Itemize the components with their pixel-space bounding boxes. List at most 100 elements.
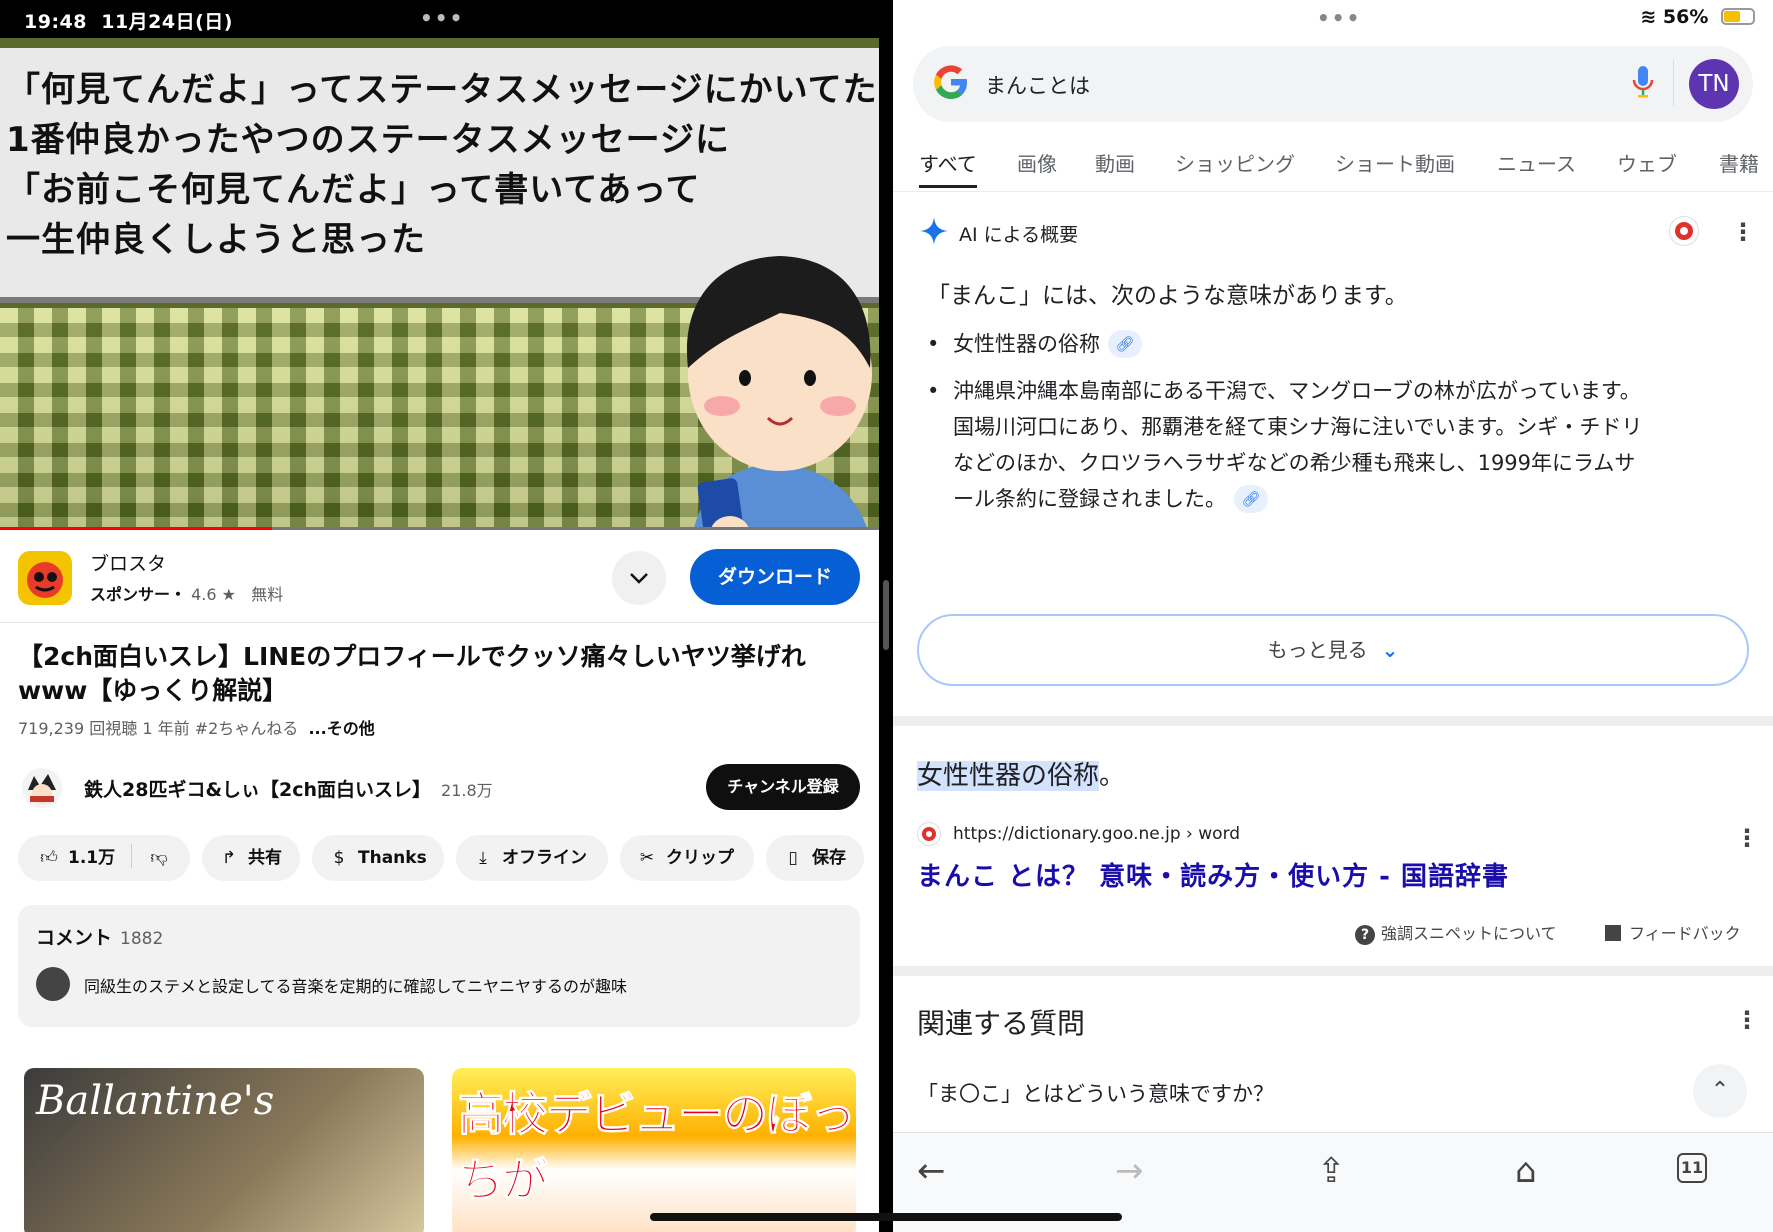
battery-icon (1721, 8, 1755, 25)
thumbnail-text: 高校デビューのぼっちが (458, 1087, 857, 1208)
search-bar[interactable]: まんことは TN (913, 46, 1753, 122)
caption-line: 1番仲良かったやつのステータスメッセージに (6, 120, 730, 160)
status-clock: 19:48 11月24日(日) (24, 11, 233, 33)
brawlstars-app-icon (18, 551, 72, 605)
search-tabs: すべて 画像 動画 ショッピング ショート動画 ニュース ウェブ 書籍 (893, 140, 1773, 192)
kebab-icon[interactable]: ⋮ (1735, 1008, 1759, 1032)
section-separator (893, 966, 1773, 976)
sparkle-icon (920, 217, 948, 245)
video-meta[interactable]: 719,239 回視聴 1 年前 #2ちゃんねる ...その他 (18, 715, 375, 739)
forward-icon[interactable]: → (1115, 1151, 1144, 1191)
thumbs-up-icon[interactable]: 👍︎ (38, 835, 60, 881)
link-icon[interactable]: 🔗︎ (1108, 330, 1142, 358)
ai-overview-heading: AI による概要 (959, 224, 1079, 246)
ipad-split-screen: 19:48 11月24日(日) ••• 「何見てんだよ」ってステータスメッセージ… (0, 0, 1773, 1232)
caption-line: 「お前こそ何見てんだよ」って書いてあって (6, 170, 701, 210)
top-comment: 同級生のステメと設定してる音楽を定期的に確認してニヤニヤするのが趣味 (84, 977, 628, 996)
wifi-icon: ≋ (1640, 6, 1657, 28)
offline-button[interactable]: ⤓ オフライン (456, 835, 608, 881)
channel-avatar[interactable] (22, 768, 62, 808)
channel-row[interactable]: 鉄人28匹ギコ&しぃ【2ch面白いスレ】 21.8万 チャンネル登録 (0, 762, 879, 812)
tab-all[interactable]: すべて (919, 148, 977, 188)
subscribe-button[interactable]: チャンネル登録 (706, 764, 860, 810)
search-query[interactable]: まんことは (985, 70, 1090, 100)
thanks-button[interactable]: $ Thanks (312, 835, 444, 881)
mic-icon[interactable] (1629, 62, 1657, 102)
tabs-icon[interactable]: 11 (1677, 1153, 1707, 1183)
show-more-button[interactable]: もっと見る ⌄ (917, 614, 1749, 686)
video-progress-bar[interactable] (0, 527, 879, 530)
share-icon: ↱ (221, 848, 237, 868)
comments-panel[interactable]: コメント 1882 同級生のステメと設定してる音楽を定期的に確認してニヤニヤするの… (18, 905, 860, 1027)
section-separator (893, 716, 1773, 726)
feedback-link[interactable]: フィードバック (1605, 920, 1741, 944)
save-button[interactable]: ▯ 保存 (766, 835, 864, 881)
kebab-icon[interactable]: ⋮ (1731, 220, 1755, 244)
caption-line: 一生仲良くしようと思った (6, 220, 426, 260)
video-title[interactable]: 【2ch面白いスレ】LINEのプロフィールでクッソ痛々しいヤツ挙げれwww【ゆっ… (18, 640, 868, 708)
chevron-down-icon (630, 573, 648, 584)
youtube-pane: 19:48 11月24日(日) ••• 「何見てんだよ」ってステータスメッセージ… (0, 0, 879, 1232)
multitask-handle[interactable]: ••• (1317, 6, 1361, 30)
snippet-footer: ? 強調スニペットについて フィードバック (893, 916, 1749, 946)
google-logo-icon (934, 65, 967, 99)
featured-snippet-text: 女性性器の俗称。 (917, 761, 1126, 791)
result-title-link[interactable]: まんこ とは？ 意味・読み方・使い方 - 国語辞書 (917, 856, 1509, 893)
search-divider (1673, 60, 1674, 106)
ai-overview-lead: 「まんこ」には、次のような意味があります。 (927, 283, 1408, 309)
tab-books[interactable]: 書籍 (1719, 148, 1759, 177)
tab-web[interactable]: ウェブ (1617, 148, 1677, 177)
share-button[interactable]: ↱ 共有 (202, 835, 300, 881)
home-icon[interactable]: ⌂ (1515, 1151, 1537, 1191)
clip-button[interactable]: ✂ クリップ (620, 835, 754, 881)
multitask-handle[interactable]: ••• (420, 6, 464, 30)
related-question[interactable]: 「ま〇こ」とはどういう意味ですか？ (917, 1078, 1274, 1108)
channel-subscribers: 21.8万 (441, 781, 493, 800)
ad-expand-button[interactable] (612, 551, 666, 605)
chevron-down-icon: ⌄ (1381, 638, 1399, 662)
google-pane: ••• ≋ 56% まんことは TN すべて 画像 動画 ショッピング ショート… (893, 0, 1773, 1232)
thumbs-down-icon[interactable]: 👎︎ (148, 835, 170, 881)
home-indicator[interactable] (650, 1213, 1122, 1221)
status-indicators: ≋ 56% (1640, 6, 1755, 28)
source-url[interactable]: https://dictionary.goo.ne.jp › word (953, 824, 1240, 844)
split-divider-handle[interactable] (883, 580, 889, 650)
split-divider[interactable] (879, 0, 893, 1232)
ad-app-name: ブロスタ (90, 553, 167, 575)
comments-heading: コメント 1882 (36, 927, 164, 949)
account-avatar[interactable]: TN (1689, 59, 1739, 109)
tab-short-videos[interactable]: ショート動画 (1335, 148, 1455, 177)
related-questions-heading: 関連する質問 (917, 1007, 1086, 1040)
video-progress-fill (0, 527, 273, 530)
tab-news[interactable]: ニュース (1497, 148, 1576, 177)
tab-videos[interactable]: 動画 (1095, 148, 1135, 177)
action-bar: 👍︎ 1.1万 👎︎ ↱ 共有 $ Thanks ⤓ オフライン ✂ クリップ ▯ 保存 (0, 835, 879, 885)
ad-download-button[interactable]: ダウンロード (690, 549, 860, 605)
ad-meta: スポンサー・ 4.6 ★ 無料 (90, 585, 284, 604)
source-favicon-icon (917, 822, 941, 846)
caption-line: 「何見てんだよ」ってステータスメッセージにかいてたら (6, 70, 879, 110)
share-up-icon[interactable]: ⇪ (1317, 1151, 1346, 1191)
kebab-icon[interactable]: ⋮ (1735, 826, 1759, 850)
thanks-icon: $ (333, 848, 345, 868)
tab-images[interactable]: 画像 (1017, 148, 1057, 177)
scissors-icon: ✂ (639, 848, 655, 868)
tab-shopping[interactable]: ショッピング (1175, 148, 1295, 177)
battery-percent: 56% (1662, 6, 1709, 28)
video-player[interactable]: 「何見てんだよ」ってステータスメッセージにかいてたら 1番仲良かったやつのステー… (0, 38, 879, 530)
chevron-up-icon[interactable]: ⌃ (1693, 1064, 1747, 1118)
bookmark-icon: ▯ (788, 848, 798, 868)
recommended-video-thumbnail[interactable]: Ballantine's (24, 1068, 424, 1232)
like-dislike-button[interactable]: 👍︎ 1.1万 👎︎ (18, 835, 190, 881)
about-snippets-link[interactable]: ? 強調スニペットについて (1355, 920, 1557, 945)
recommended-video-thumbnail[interactable]: 高校デビューのぼっちが (452, 1068, 856, 1232)
help-icon: ? (1355, 925, 1375, 945)
status-bar: 19:48 11月24日(日) ••• (0, 0, 879, 38)
back-icon[interactable]: ← (917, 1151, 946, 1191)
source-favicon-icon[interactable] (1669, 216, 1699, 246)
cartoon-character (686, 256, 872, 530)
link-icon[interactable]: 🔗︎ (1234, 485, 1268, 513)
flag-icon (1605, 925, 1621, 941)
channel-name[interactable]: 鉄人28匹ギコ&しぃ【2ch面白いスレ】 21.8万 (84, 775, 493, 802)
sponsored-ad[interactable]: ブロスタ スポンサー・ 4.6 ★ 無料 ダウンロード (0, 531, 879, 623)
